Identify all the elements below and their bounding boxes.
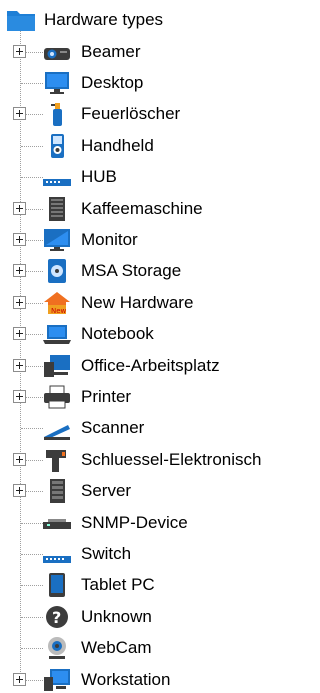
folder-icon <box>6 8 36 32</box>
expand-toggle[interactable] <box>13 44 26 58</box>
tree-item-label: Scanner <box>81 418 145 438</box>
expand-toggle[interactable] <box>13 484 26 498</box>
expand-toggle[interactable] <box>13 672 26 686</box>
tree-item-label: HUB <box>81 167 117 187</box>
tree-item-feuerl-scher[interactable]: Feuerlöscher <box>0 99 291 129</box>
tree-item-beamer[interactable]: Beamer <box>0 37 291 67</box>
tree-connector <box>21 585 43 587</box>
tree-connector <box>21 616 43 618</box>
tablet-icon <box>42 572 72 598</box>
tree-item-scanner[interactable]: Scanner <box>0 413 291 443</box>
tree-item-workstation[interactable]: Workstation <box>0 665 291 693</box>
expand-toggle[interactable] <box>13 295 26 309</box>
hub-icon <box>42 164 72 190</box>
tree-connector <box>21 82 43 84</box>
tree-item-handheld[interactable]: Handheld <box>0 131 291 161</box>
tree-item-webcam[interactable]: WebCam <box>0 633 291 663</box>
webcam-icon <box>42 635 72 661</box>
tree-connector <box>21 428 43 430</box>
new-hardware-icon: New <box>42 290 72 316</box>
tree-item-label: Notebook <box>81 324 154 344</box>
expand-toggle[interactable] <box>13 358 26 372</box>
storage-icon <box>42 258 72 284</box>
tree-item-printer[interactable]: Printer <box>0 382 291 412</box>
printer-icon <box>42 384 72 410</box>
snmp-device-icon <box>42 510 72 536</box>
handheld-icon <box>42 133 72 159</box>
tree-item-label: Feuerlöscher <box>81 104 181 124</box>
tree-item-label: Switch <box>81 543 132 563</box>
tree-item-label: MSA Storage <box>81 261 182 281</box>
tree-item-label: Monitor <box>81 229 138 249</box>
monitor-icon <box>42 227 72 253</box>
tree-item-label: Office-Arbeitsplatz <box>81 355 220 375</box>
tree-connector <box>21 522 43 524</box>
tree-connector <box>21 177 43 179</box>
beamer-icon <box>42 39 72 65</box>
server-icon <box>42 478 72 504</box>
tree-item-monitor[interactable]: Monitor <box>0 225 291 255</box>
scanner-icon <box>42 415 72 441</box>
tree-root[interactable]: Hardware types <box>6 6 163 34</box>
tree-item-snmp-device[interactable]: SNMP-Device <box>0 508 291 538</box>
tree-root-label: Hardware types <box>44 10 164 29</box>
svg-text:New: New <box>51 307 67 315</box>
tree-item-hub[interactable]: HUB <box>0 162 291 192</box>
office-workplace-icon <box>42 353 72 379</box>
tree-item-label: Handheld <box>81 135 154 155</box>
tree-item-office-arbeitsplatz[interactable]: Office-Arbeitsplatz <box>0 351 291 381</box>
expand-toggle[interactable] <box>13 452 26 466</box>
tree-item-label: Schluessel-Elektronisch <box>81 449 262 469</box>
switch-icon <box>42 541 72 567</box>
tree-item-label: Kaffeemaschine <box>81 198 203 218</box>
tree-connector <box>21 648 43 650</box>
tree-item-label: Tablet PC <box>81 575 155 595</box>
tree-item-desktop[interactable]: Desktop <box>0 68 291 98</box>
tree-connector <box>21 553 43 555</box>
tree-item-msa-storage[interactable]: MSA Storage <box>0 256 291 286</box>
tree-item-label: Workstation <box>81 669 171 689</box>
expand-toggle[interactable] <box>13 201 26 215</box>
expand-toggle[interactable] <box>13 389 26 403</box>
tree-item-label: SNMP-Device <box>81 512 188 532</box>
tree-item-unknown[interactable]: ? Unknown <box>0 602 291 632</box>
tree-item-new-hardware[interactable]: New New Hardware <box>0 288 291 318</box>
tree-item-label: Unknown <box>81 606 152 626</box>
expand-toggle[interactable] <box>13 107 26 121</box>
tree-item-label: WebCam <box>81 638 152 658</box>
tree-item-label: New Hardware <box>81 292 194 312</box>
electronic-key-icon <box>42 447 72 473</box>
tree-item-label: Beamer <box>81 41 141 61</box>
tree-item-label: Desktop <box>81 72 144 92</box>
desktop-icon <box>42 70 72 96</box>
hardware-types-tree: Hardware types Beamer Desktop Feuerlöscher… <box>0 0 291 693</box>
fire-extinguisher-icon <box>42 101 72 127</box>
tree-item-notebook[interactable]: Notebook <box>0 319 291 349</box>
tree-item-kaffeemaschine[interactable]: Kaffeemaschine <box>0 194 291 224</box>
notebook-icon <box>42 321 72 347</box>
expand-toggle[interactable] <box>13 232 26 246</box>
tree-item-schluessel-elektronisch[interactable]: Schluessel-Elektronisch <box>0 445 291 475</box>
expand-toggle[interactable] <box>13 264 26 278</box>
coffee-machine-icon <box>42 196 72 222</box>
tree-connector <box>21 145 43 147</box>
svg-text:?: ? <box>52 608 61 627</box>
expand-toggle[interactable] <box>13 327 26 341</box>
tree-item-label: Server <box>81 481 132 501</box>
tree-item-switch[interactable]: Switch <box>0 539 291 569</box>
tree-item-tablet-pc[interactable]: Tablet PC <box>0 570 291 600</box>
tree-item-server[interactable]: Server <box>0 476 291 506</box>
tree-item-label: Printer <box>81 386 132 406</box>
unknown-icon: ? <box>42 604 72 630</box>
workstation-icon <box>42 667 72 693</box>
